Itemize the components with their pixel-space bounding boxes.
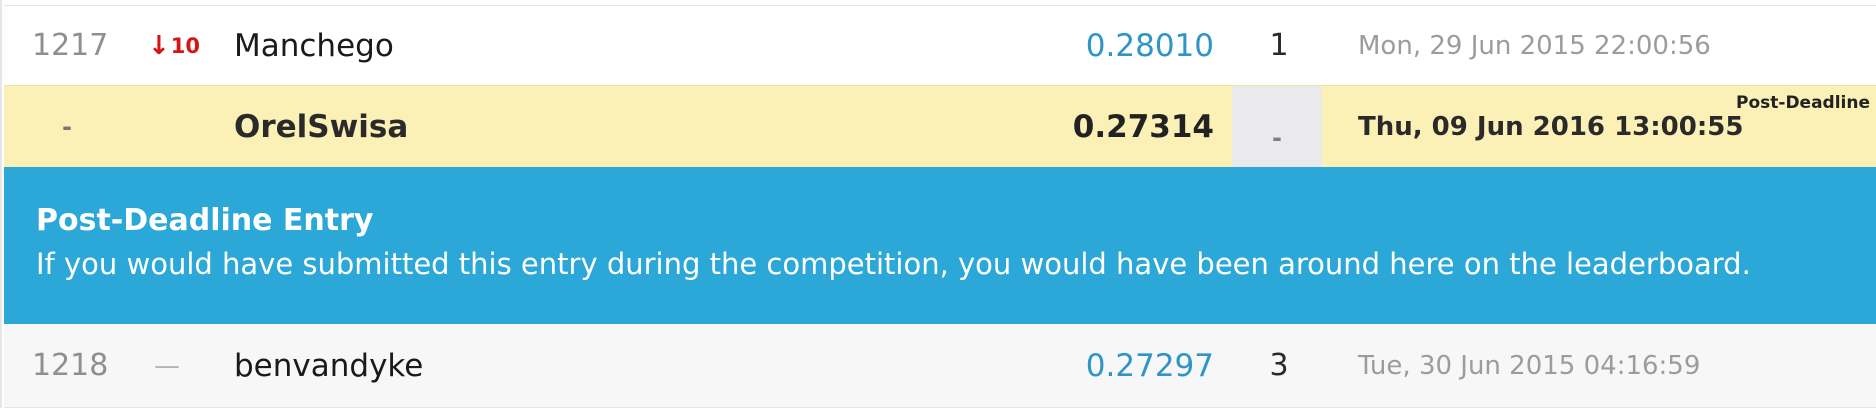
last-submission: Tue, 30 Jun 2015 04:16:59 [1358, 350, 1701, 381]
post-deadline-banner: Post-Deadline Entry If you would have su… [4, 167, 1876, 324]
team-name[interactable]: Manchego [234, 6, 934, 85]
banner-text: If you would have submitted this entry d… [36, 247, 1751, 281]
entries-count: 3 [1269, 348, 1289, 383]
rank: 1217 [32, 28, 109, 63]
entries-count: 1 [1269, 28, 1289, 63]
score[interactable]: 0.28010 [984, 6, 1214, 85]
banner-title: Post-Deadline Entry [36, 203, 374, 238]
last-submission: Thu, 09 Jun 2016 13:00:55 [1358, 111, 1744, 142]
last-submission: Mon, 29 Jun 2015 22:00:56 [1358, 30, 1711, 61]
rank: - [62, 112, 72, 141]
post-deadline-label: Post-Deadline [1736, 93, 1871, 113]
leaderboard-row: 1218 — benvandyke 0.27297 3 Tue, 30 Jun … [4, 324, 1876, 408]
rank-change: ↓ 10 [148, 6, 208, 85]
leaderboard-row: 1217 ↓ 10 Manchego 0.28010 1 Mon, 29 Jun… [4, 5, 1876, 85]
score: 0.27314 [1072, 108, 1214, 145]
team-name[interactable]: OrelSwisa [234, 86, 934, 167]
rank-change: — [154, 350, 180, 381]
rank-change-value: 10 [170, 33, 201, 58]
arrow-down-icon: ↓ [148, 30, 170, 61]
leaderboard: 1217 ↓ 10 Manchego 0.28010 1 Mon, 29 Jun… [0, 0, 1876, 408]
leaderboard-row-post-deadline: - OrelSwisa 0.27314 - Thu, 09 Jun 2016 1… [4, 85, 1876, 167]
score[interactable]: 0.27297 [984, 324, 1214, 407]
rank: 1218 [32, 348, 109, 383]
entries-count: - [1232, 86, 1322, 167]
team-name[interactable]: benvandyke [234, 324, 934, 407]
